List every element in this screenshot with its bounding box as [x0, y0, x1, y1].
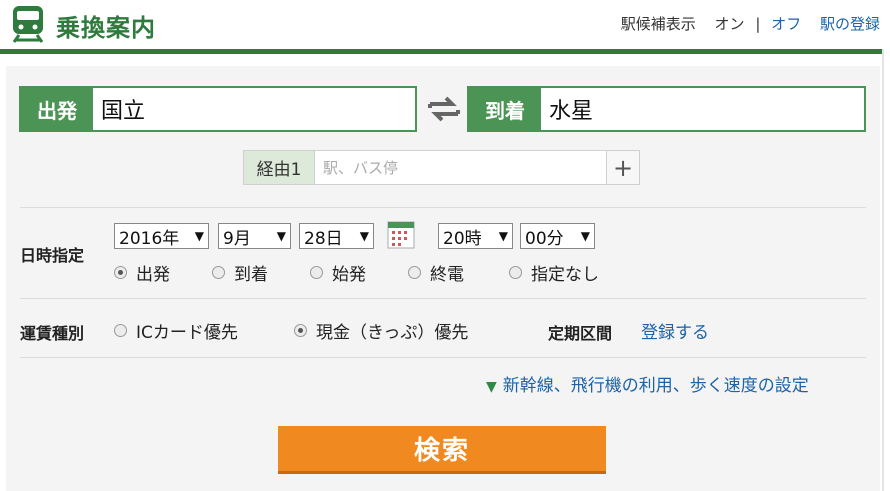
header-nav: 駅候補表示 オン | オフ 駅の登録 [621, 13, 880, 34]
arrival-input[interactable]: 水星 [541, 88, 864, 130]
header: 乗換案内 駅候補表示 オン | オフ 駅の登録 [0, 0, 890, 50]
fare-label: 運賃種別 [20, 324, 85, 343]
radio-button[interactable] [212, 266, 225, 279]
divider [20, 298, 866, 299]
radio-label: 出発 [136, 265, 170, 285]
calendar-icon[interactable] [387, 219, 415, 249]
hour-value: 20時 [443, 228, 482, 249]
radio-button[interactable] [114, 266, 127, 279]
advanced-settings-text: 新幹線、飛行機の利用、歩く速度の設定 [502, 376, 809, 396]
radio-button[interactable] [114, 324, 127, 337]
divider [20, 357, 866, 358]
register-station-link[interactable]: 駅の登録 [820, 13, 880, 34]
radio-cash[interactable]: 現金（きっぷ）優先 [294, 318, 468, 343]
radio-label: 到着 [234, 265, 268, 285]
via-field[interactable]: 経由1 駅、バス停 + [243, 150, 640, 185]
station-candidates-label: 駅候補表示 [620, 15, 696, 33]
radio-label: 指定なし [531, 265, 599, 285]
toggle-on[interactable]: オン [715, 13, 745, 34]
radio-label: 始発 [332, 265, 366, 285]
right-border [882, 49, 884, 491]
departure-field[interactable]: 出発 国立 [19, 86, 417, 132]
header-divider [0, 49, 882, 54]
radio-label: 現金（きっぷ）優先 [316, 323, 469, 343]
chevron-down-icon: ▼ [359, 229, 369, 243]
toggle-off-link[interactable]: オフ [771, 13, 801, 34]
radio-last-train[interactable]: 終電 [408, 260, 464, 285]
radio-button[interactable] [509, 266, 522, 279]
arrival-tag: 到着 [469, 88, 541, 130]
advanced-settings-link[interactable]: ▼ 新幹線、飛行機の利用、歩く速度の設定 [486, 371, 809, 396]
radio-button[interactable] [310, 266, 323, 279]
departure-tag: 出発 [21, 88, 93, 130]
month-select[interactable]: 9月 ▼ [218, 223, 291, 249]
radio-arrival[interactable]: 到着 [212, 260, 268, 285]
year-select[interactable]: 2016年 ▼ [114, 223, 209, 249]
nav-separator: | [755, 15, 761, 33]
page-title: 乗換案内 [56, 14, 156, 42]
month-value: 9月 [223, 228, 251, 249]
triangle-down-icon: ▼ [486, 379, 497, 395]
radio-button[interactable] [408, 266, 421, 279]
radio-button[interactable] [294, 324, 307, 337]
day-value: 28日 [304, 228, 343, 249]
via-tag: 経由1 [244, 151, 315, 184]
radio-first-train[interactable]: 始発 [310, 260, 366, 285]
radio-label: ICカード優先 [136, 323, 238, 343]
add-via-button[interactable]: + [606, 151, 639, 184]
year-value: 2016年 [119, 228, 180, 249]
commuter-label: 定期区間 [548, 324, 613, 343]
radio-ic-card[interactable]: ICカード優先 [114, 318, 238, 343]
hour-select[interactable]: 20時 ▼ [438, 223, 513, 249]
radio-departure[interactable]: 出発 [114, 260, 170, 285]
chevron-down-icon: ▼ [580, 229, 590, 243]
search-button[interactable]: 検索 [278, 426, 606, 474]
divider [20, 207, 866, 208]
minute-select[interactable]: 00分 ▼ [520, 223, 595, 249]
datetime-label: 日時指定 [20, 246, 85, 265]
radio-unspecified[interactable]: 指定なし [509, 260, 599, 285]
chevron-down-icon: ▼ [276, 229, 286, 243]
minute-value: 00分 [525, 228, 564, 249]
radio-label: 終電 [430, 265, 464, 285]
train-icon [12, 6, 44, 43]
chevron-down-icon: ▼ [194, 229, 204, 243]
chevron-down-icon: ▼ [498, 229, 508, 243]
swap-arrows-icon[interactable] [426, 93, 462, 125]
via-input[interactable]: 駅、バス停 [315, 151, 606, 184]
day-select[interactable]: 28日 ▼ [299, 223, 374, 249]
arrival-field[interactable]: 到着 水星 [467, 86, 866, 132]
departure-input[interactable]: 国立 [93, 88, 415, 130]
register-commuter-link[interactable]: 登録する [641, 318, 709, 343]
